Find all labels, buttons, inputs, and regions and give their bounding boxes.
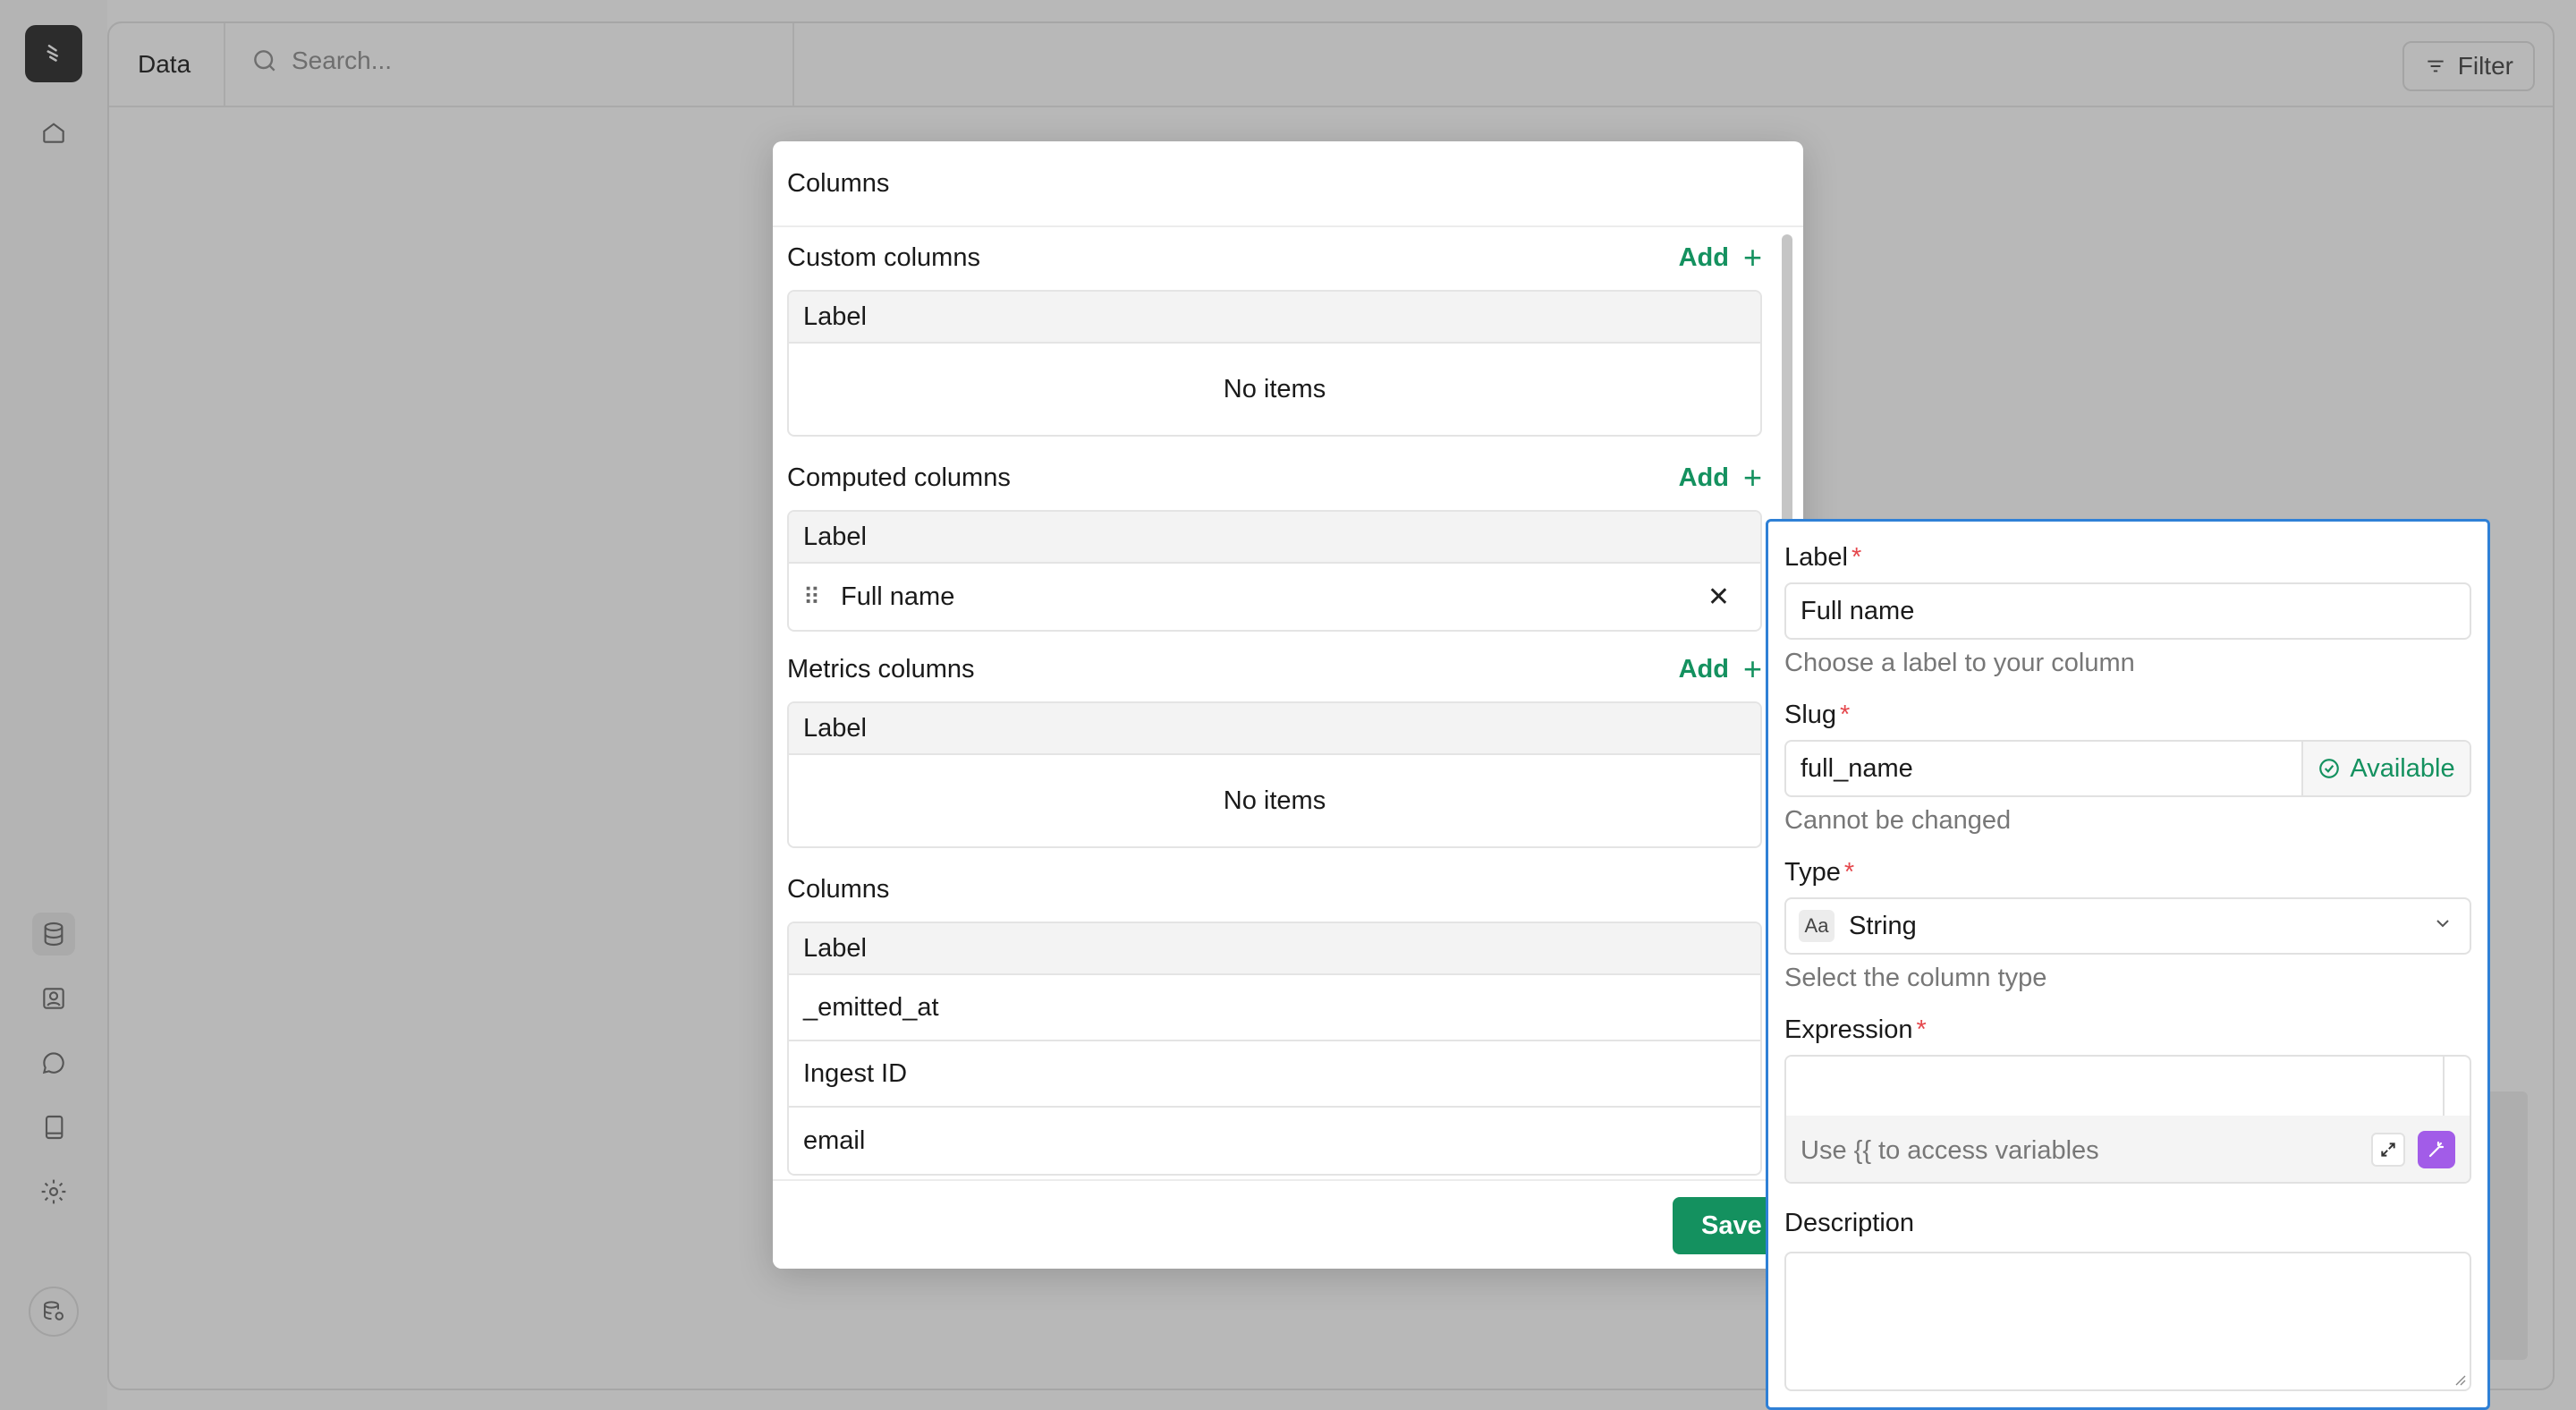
required-marker: * (1840, 700, 1851, 729)
expression-editor: Use {{ to access variables (1784, 1055, 2471, 1184)
resize-handle-icon[interactable] (2452, 1372, 2466, 1386)
row-label: email (803, 1125, 866, 1155)
computed-columns-table: Label ⠿ Full name ✕ (787, 510, 1762, 632)
row-label: Ingest ID (803, 1058, 908, 1088)
table-header: Label (789, 923, 1760, 975)
plus-icon: + (1742, 459, 1762, 496)
metrics-columns-section: Metrics columns Add + Label No items (787, 651, 1762, 848)
table-header: Label (789, 512, 1760, 564)
columns-table: Label _emitted_at Ingest ID email (787, 922, 1762, 1176)
type-value: String (1849, 911, 1917, 940)
empty-state: No items (1223, 786, 1326, 815)
custom-columns-section: Custom columns Add + Label No items (787, 240, 1762, 437)
add-custom-column-button[interactable]: Add + (1679, 242, 1762, 274)
custom-columns-table: Label No items (787, 290, 1762, 437)
required-marker: * (1843, 857, 1855, 887)
add-label: Add (1678, 242, 1729, 272)
row-label: _emitted_at (803, 992, 939, 1022)
label-field: Label * Full name Choose a label to your … (1784, 539, 2471, 678)
field-label: Description (1784, 1208, 1915, 1237)
string-type-icon: Aa (1799, 910, 1835, 942)
column-edit-panel: Label * Full name Choose a label to your … (1766, 519, 2490, 1410)
plus-icon: + (1742, 239, 1762, 276)
availability-label: Available (2350, 753, 2455, 783)
slug-availability: Available (2301, 742, 2470, 795)
field-hint: Select the column type (1784, 964, 2047, 992)
field-hint: Cannot be changed (1784, 806, 2012, 835)
slug-field: Slug * full_name Available Cannot be chan… (1784, 697, 2471, 836)
table-row[interactable]: email (789, 1108, 1760, 1174)
chevron-down-icon (2432, 912, 2453, 941)
add-computed-column-button[interactable]: Add + (1679, 462, 1762, 494)
add-metrics-column-button[interactable]: Add + (1679, 653, 1762, 685)
section-title: Custom columns (787, 242, 980, 272)
table-header: Label (789, 703, 1760, 755)
field-label: Expression (1784, 1015, 1913, 1044)
metrics-columns-table: Label No items (787, 701, 1762, 848)
table-header: Label (789, 292, 1760, 344)
field-label: Label (1784, 542, 1848, 572)
remove-row-icon[interactable]: ✕ (1707, 582, 1730, 613)
type-select[interactable]: Aa String (1784, 897, 2471, 955)
expression-input[interactable] (1786, 1057, 2443, 1116)
row-label: Full name (841, 582, 955, 611)
modal-title: Columns (773, 141, 1803, 227)
check-circle-icon (2319, 759, 2340, 778)
expression-scrollbar[interactable] (2443, 1057, 2445, 1116)
helper-text: Use {{ to access variables (1801, 1135, 2099, 1165)
expression-field: Expression * Use {{ to access variables (1784, 1012, 2471, 1184)
slug-input[interactable]: full_name (1786, 742, 2301, 795)
label-input[interactable]: Full name (1784, 582, 2471, 640)
table-row[interactable]: Ingest ID (789, 1041, 1760, 1108)
plus-icon: + (1742, 650, 1762, 687)
field-label: Type (1784, 857, 1841, 887)
columns-modal: Columns Custom columns Add + Label No it… (773, 141, 1803, 1269)
add-label: Add (1678, 463, 1729, 492)
section-title: Columns (787, 874, 890, 904)
computed-columns-section: Computed columns Add + Label ⠿ Full name… (787, 460, 1762, 632)
required-marker: * (1851, 542, 1862, 572)
empty-state: No items (1223, 374, 1326, 403)
table-row[interactable]: _emitted_at (789, 975, 1760, 1041)
table-row[interactable]: ⠿ Full name ✕ (789, 564, 1760, 630)
magic-wand-icon[interactable] (2418, 1131, 2455, 1168)
expand-icon[interactable] (2371, 1133, 2405, 1167)
expression-helper: Use {{ to access variables (1786, 1116, 2470, 1182)
columns-section: Columns Label _emitted_at Ingest ID emai… (787, 871, 1762, 1176)
type-field: Type * Aa String Select the column type (1784, 854, 2471, 993)
add-label: Add (1678, 654, 1729, 684)
description-textarea[interactable] (1784, 1252, 2471, 1391)
drag-handle-icon[interactable]: ⠿ (803, 583, 826, 611)
section-title: Computed columns (787, 463, 1011, 492)
modal-footer: Save (773, 1179, 1803, 1269)
modal-body: Custom columns Add + Label No items Comp… (773, 227, 1803, 1269)
field-hint: Choose a label to your column (1784, 649, 2135, 677)
required-marker: * (1916, 1015, 1927, 1044)
field-label: Slug (1784, 700, 1837, 729)
section-title: Metrics columns (787, 654, 975, 684)
description-field: Description (1784, 1205, 2471, 1391)
